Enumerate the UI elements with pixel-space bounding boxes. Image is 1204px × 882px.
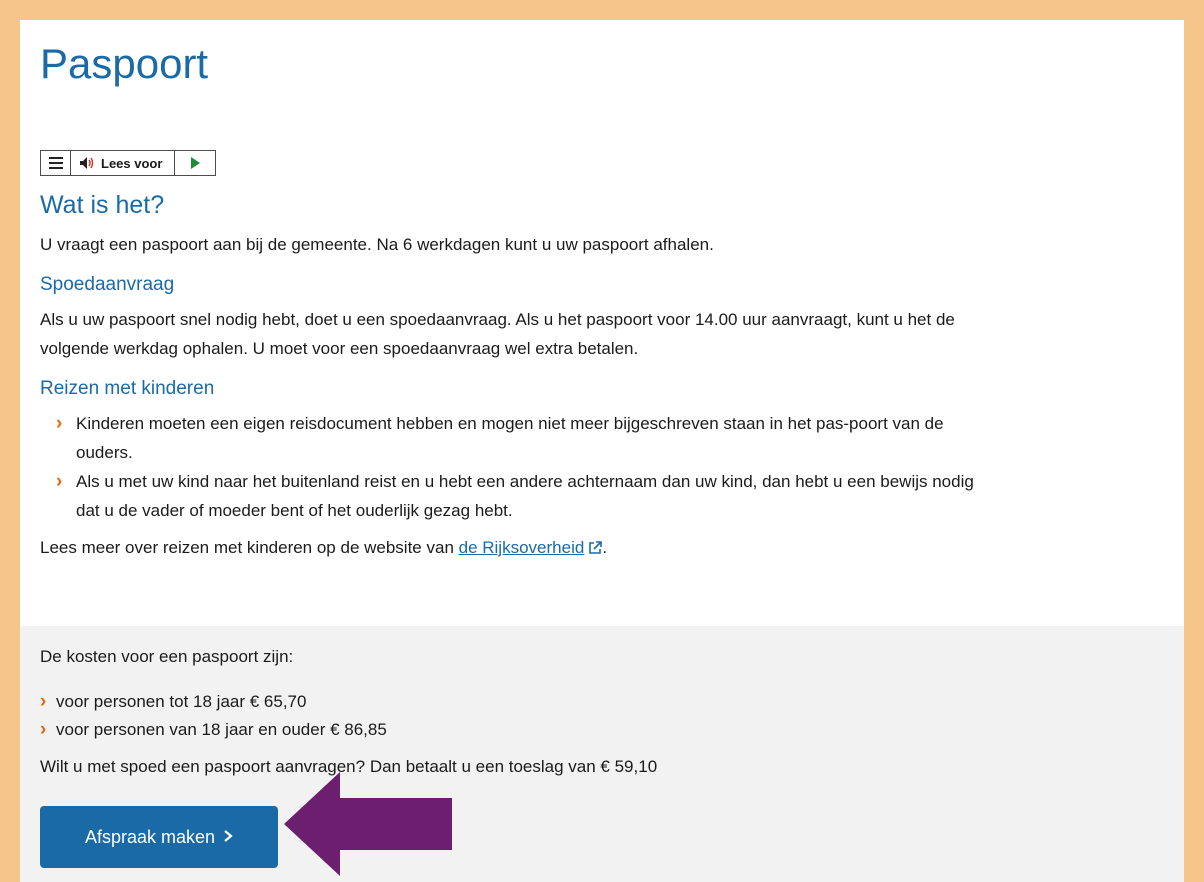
arrow-left-icon xyxy=(284,772,452,881)
chevron-right-icon: › xyxy=(40,691,47,712)
list-item: › voor personen van 18 jaar en ouder € 8… xyxy=(40,716,1000,744)
readspeaker-listen-button[interactable]: Lees voor xyxy=(71,151,176,175)
travel-more-prefix: Lees meer over reizen met kinderen op de… xyxy=(40,538,459,557)
travel-more-text: Lees meer over reizen met kinderen op de… xyxy=(40,533,1000,564)
travel-more-suffix: . xyxy=(602,538,608,557)
readspeaker-toolbar: Lees voor xyxy=(40,150,217,176)
list-item: › Kinderen moeten een eigen reisdocument… xyxy=(40,409,1000,467)
costs-list: › voor personen tot 18 jaar € 65,70 › vo… xyxy=(40,688,1164,744)
speaker-icon xyxy=(79,156,95,170)
readspeaker-menu-button[interactable] xyxy=(41,151,71,175)
list-item-text: voor personen van 18 jaar en ouder € 86,… xyxy=(56,720,387,739)
readspeaker-play-button[interactable] xyxy=(175,151,215,175)
list-item-text: voor personen tot 18 jaar € 65,70 xyxy=(56,692,307,711)
page-content: Paspoort Lees voor Wat is het? U vraagt … xyxy=(20,20,1184,882)
chevron-right-icon: › xyxy=(56,413,63,434)
menu-icon xyxy=(48,157,63,169)
what-is-it-heading: Wat is het? xyxy=(40,191,165,219)
readspeaker-listen-label: Lees voor xyxy=(101,155,163,171)
costs-section: De kosten voor een paspoort zijn: › voor… xyxy=(20,626,1184,882)
urgent-heading: Spoedaanvraag xyxy=(40,274,175,295)
costs-intro: De kosten voor een paspoort zijn: xyxy=(40,647,294,666)
list-item: › Als u met uw kind naar het buitenland … xyxy=(40,467,1000,525)
list-item: › voor personen tot 18 jaar € 65,70 xyxy=(40,688,1000,716)
chevron-right-icon xyxy=(223,827,233,848)
chevron-right-icon: › xyxy=(56,471,63,492)
make-appointment-label: Afspraak maken xyxy=(84,826,216,847)
external-link-icon xyxy=(588,535,603,564)
list-item-text: Als u met uw kind naar het buitenland re… xyxy=(76,472,974,520)
page-title: Paspoort xyxy=(40,40,209,87)
play-icon xyxy=(190,157,200,169)
travel-heading: Reizen met kinderen xyxy=(40,378,215,399)
main-content: Paspoort Lees voor Wat is het? U vraagt … xyxy=(20,40,1184,564)
travel-list: › Kinderen moeten een eigen reisdocument… xyxy=(40,409,1164,525)
costs-urgent-note: Wilt u met spoed een paspoort aanvragen?… xyxy=(40,757,658,776)
urgent-text: Als u uw paspoort snel nodig hebt, doet … xyxy=(40,310,955,358)
rijksoverheid-link[interactable]: de Rijksoverheid xyxy=(459,538,585,557)
chevron-right-icon: › xyxy=(40,719,47,740)
list-item-text: Kinderen moeten een eigen reisdocument h… xyxy=(76,414,944,462)
what-is-it-text: U vraagt een paspoort aan bij de gemeent… xyxy=(40,235,714,254)
make-appointment-button[interactable]: Afspraak maken xyxy=(40,806,278,868)
